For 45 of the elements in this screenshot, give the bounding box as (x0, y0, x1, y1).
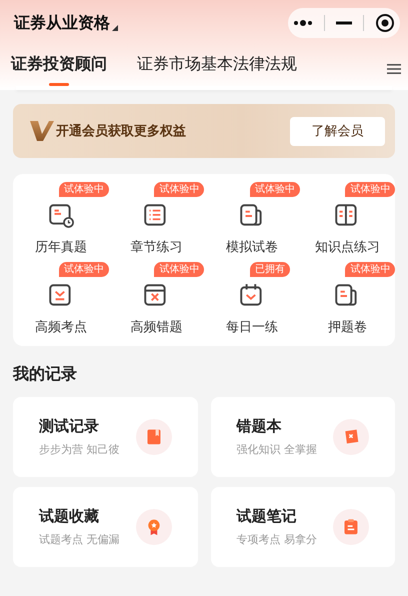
card-subtitle: 试题考点 无偏漏 (39, 532, 120, 547)
close-icon[interactable] (374, 13, 395, 33)
page-title[interactable]: 证券从业资格 (14, 12, 110, 34)
status-badge: 试体验中 (345, 182, 396, 197)
feature-label[interactable]: 章节练习 (130, 238, 182, 256)
record-card[interactable]: 错题本 强化知识 全掌握 (210, 397, 395, 477)
feature-label[interactable]: 每日一练 (226, 318, 278, 336)
record-card[interactable]: 测试记录 步步为营 知己彼 (13, 397, 198, 477)
card-title: 测试记录 (39, 417, 100, 436)
feature-label[interactable]: 历年真题 (34, 238, 87, 256)
caret-icon (112, 24, 118, 30)
feature-label[interactable]: 押题卷 (328, 318, 367, 336)
card-title: 试题收藏 (39, 507, 100, 526)
vip-logo-icon (30, 120, 54, 142)
medal-icon (136, 509, 172, 545)
status-badge: 试体验中 (250, 182, 300, 197)
record-card[interactable]: 试题收藏 试题考点 无偏漏 (13, 487, 198, 567)
card-subtitle: 专项考点 易拿分 (236, 532, 317, 547)
tab[interactable]: 证券投资顾问 (11, 52, 107, 86)
more-icon[interactable] (293, 19, 314, 27)
clipboard-icon (333, 509, 369, 545)
feature-label[interactable]: 高频错题 (130, 318, 182, 336)
banner-text: 开通会员获取更多权益 (56, 123, 187, 140)
minimize-icon[interactable] (336, 21, 352, 25)
card-subtitle: 强化知识 全掌握 (236, 442, 317, 457)
card-title: 错题本 (236, 417, 282, 436)
tab[interactable]: 证券市场基本法律法规 (137, 52, 297, 86)
feature-label[interactable]: 模拟试卷 (226, 238, 278, 256)
card-title: 试题笔记 (236, 507, 298, 526)
status-badge: 试体验中 (58, 182, 109, 197)
status-badge: 试体验中 (154, 262, 204, 277)
document-icon (136, 419, 172, 455)
card-subtitle: 步步为营 知己彼 (39, 442, 120, 457)
cross-card-icon (333, 419, 369, 455)
status-badge: 试体验中 (58, 262, 109, 277)
status-badge: 试体验中 (154, 182, 204, 197)
feature-label[interactable]: 高频考点 (34, 318, 87, 336)
learn-membership-button[interactable]: 了解会员 (290, 116, 385, 146)
status-badge: 已拥有 (250, 262, 290, 277)
feature-label[interactable]: 知识点练习 (314, 238, 380, 256)
record-card[interactable]: 试题笔记 专项考点 易拿分 (210, 487, 395, 567)
status-badge: 试体验中 (345, 262, 396, 277)
menu-icon[interactable] (387, 63, 401, 75)
clock-document-icon[interactable] (46, 202, 75, 230)
section-title: 我的记录 (13, 364, 78, 385)
